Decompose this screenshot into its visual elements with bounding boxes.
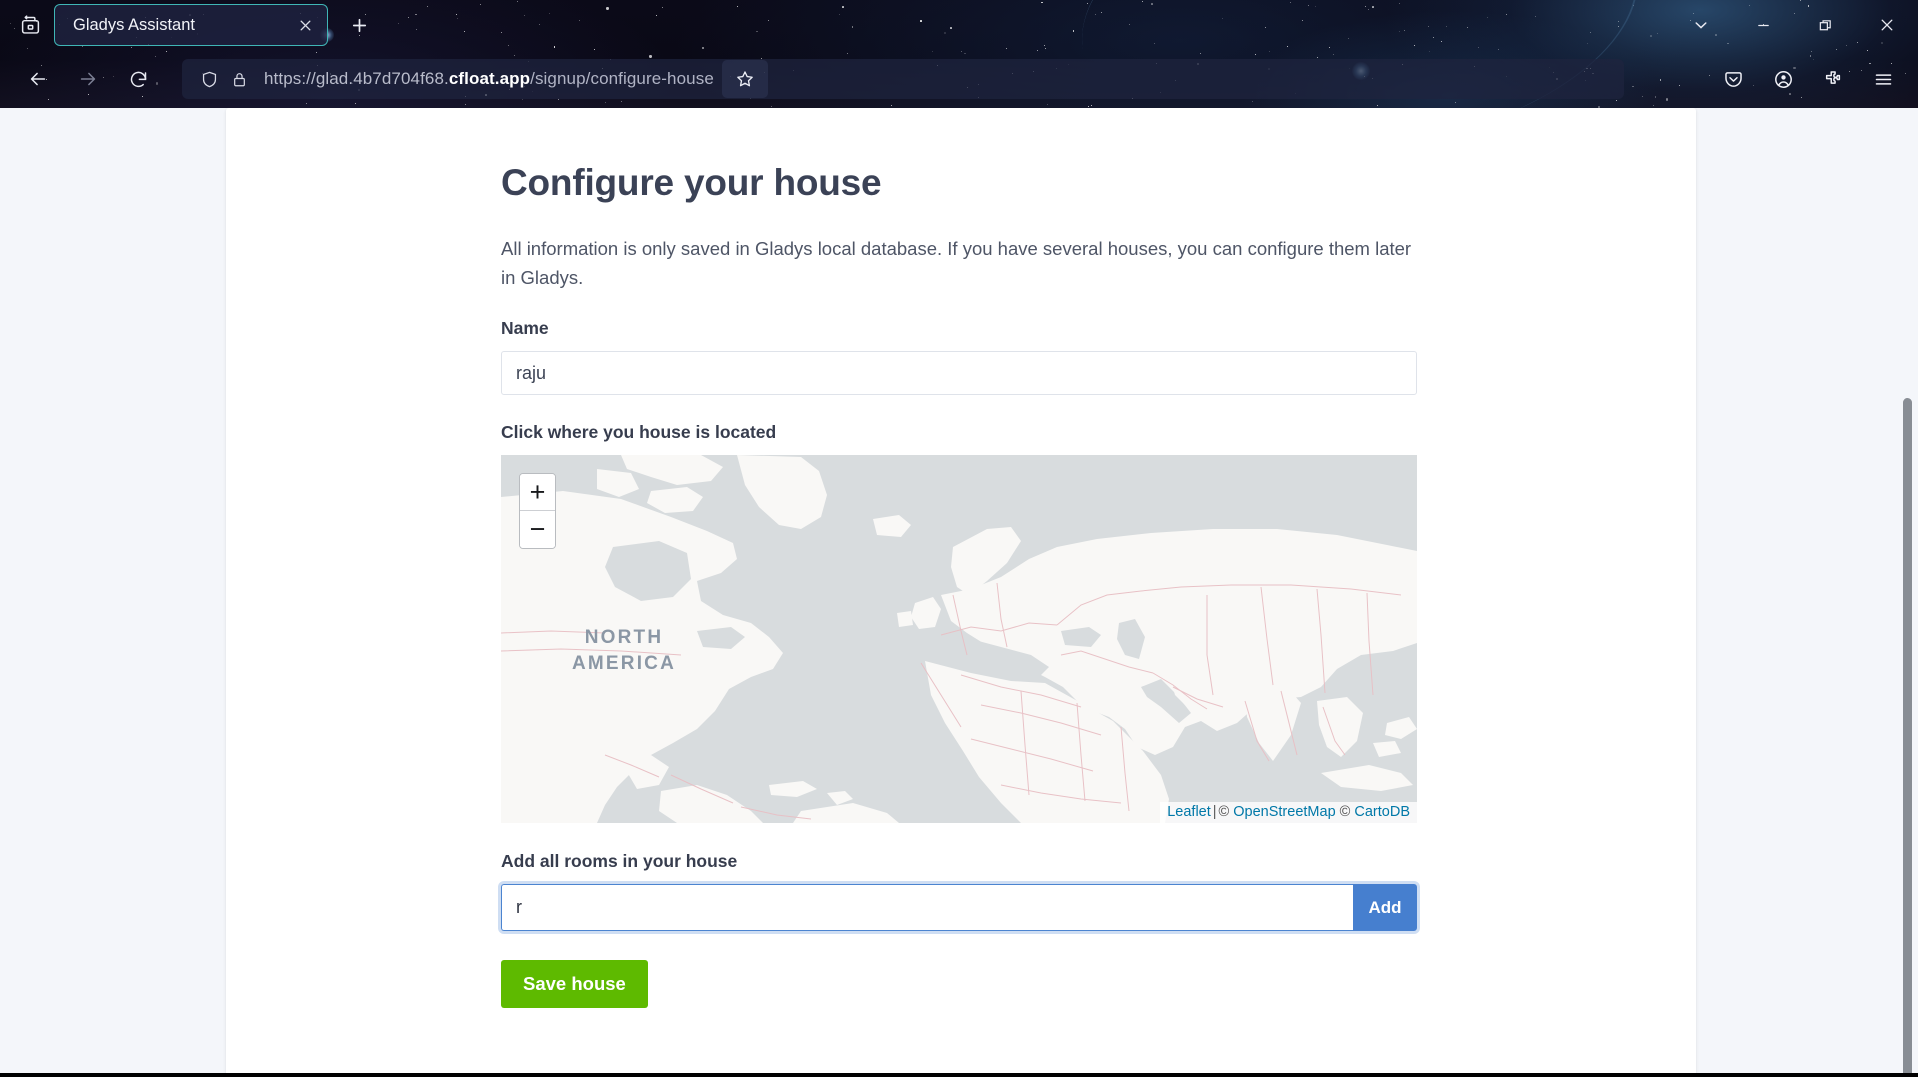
window-controls [1670, 0, 1918, 50]
firefox-view-icon[interactable] [10, 8, 50, 42]
cartodb-link[interactable]: CartoDB [1354, 804, 1410, 820]
map-zoom-out-button[interactable]: − [520, 511, 555, 549]
location-map[interactable]: + − NORTH AMERICA ASIA AFRICA Leaflet|© … [501, 455, 1417, 824]
rooms-input-group: Add [501, 884, 1417, 932]
page-title: Configure your house [501, 162, 882, 203]
map-zoom-in-button[interactable]: + [520, 474, 555, 512]
url-text: https://glad.4b7d704f68.cfloat.app/signu… [264, 69, 714, 88]
forward-button[interactable] [66, 60, 110, 98]
map-attribution: Leaflet | © OpenStreetMap © CartoDB [1160, 802, 1417, 824]
new-tab-button[interactable] [342, 8, 376, 42]
tab-title: Gladys Assistant [73, 15, 195, 34]
page-viewport: Configure your house All information is … [0, 108, 1918, 1077]
maximize-restore-button[interactable] [1794, 0, 1856, 50]
scrollbar-thumb[interactable] [1903, 398, 1912, 1077]
hamburger-menu-icon[interactable] [1860, 60, 1906, 98]
rooms-section-label: Add all rooms in your house [501, 851, 738, 872]
window-bottom-edge [0, 1073, 1918, 1077]
copyright-symbol-1: © [1218, 804, 1230, 821]
window-close-button[interactable] [1856, 0, 1918, 50]
tab-strip: Gladys Assistant [0, 0, 1918, 50]
openstreetmap-link[interactable]: OpenStreetMap [1233, 804, 1335, 820]
map-label-north-america-line2: AMERICA [571, 652, 677, 674]
reload-button[interactable] [116, 60, 160, 98]
name-field-label: Name [501, 318, 549, 339]
configure-house-form: Configure your house All information is … [226, 108, 1417, 1009]
configure-house-card: Configure your house All information is … [226, 108, 1696, 1077]
bookmark-star-icon[interactable] [721, 60, 768, 98]
save-house-button[interactable]: Save house [501, 960, 648, 1009]
tab-list-chevron-down-icon[interactable] [1670, 0, 1732, 50]
add-room-button[interactable]: Add [1353, 884, 1417, 932]
navigation-toolbar: https://glad.4b7d704f68.cfloat.app/signu… [0, 50, 1918, 108]
browser-tab[interactable]: Gladys Assistant [54, 4, 328, 46]
minimize-button[interactable] [1732, 0, 1794, 50]
pocket-icon[interactable] [1710, 60, 1756, 98]
close-icon[interactable] [291, 11, 319, 39]
back-button[interactable] [16, 60, 60, 98]
browser-window: Gladys Assistant https://glad.4b7d704f68… [0, 0, 1918, 1077]
map-label-north-america: NORTH AMERICA [549, 625, 699, 676]
shield-icon[interactable] [194, 64, 224, 94]
map-zoom-controls: + − [519, 473, 556, 550]
name-input-wrapper [501, 351, 1417, 396]
extensions-icon[interactable] [1810, 60, 1856, 98]
map-section-label: Click where you house is located [501, 422, 777, 443]
attribution-separator: | [1212, 804, 1217, 821]
leaflet-link[interactable]: Leaflet [1167, 804, 1211, 820]
toolbar-right-actions [1706, 60, 1906, 98]
map-label-north-america-line1: NORTH [584, 627, 664, 649]
copyright-symbol-2: © [1339, 804, 1351, 821]
room-name-input[interactable] [501, 884, 1353, 932]
account-icon[interactable] [1760, 60, 1806, 98]
page-description: All information is only saved in Gladys … [501, 237, 1412, 288]
name-input[interactable] [501, 351, 1417, 396]
url-bar[interactable]: https://glad.4b7d704f68.cfloat.app/signu… [182, 59, 1624, 99]
page-scrollbar[interactable] [1898, 216, 1918, 1077]
lock-icon[interactable] [224, 64, 254, 94]
